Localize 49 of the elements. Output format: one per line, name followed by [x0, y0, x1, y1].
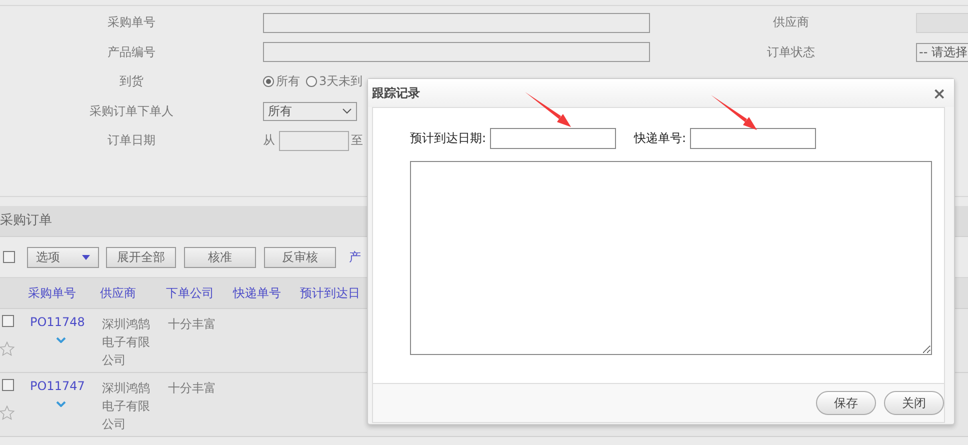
to-label: 至: [351, 132, 363, 150]
select-field[interactable]: -- 请选择: [916, 42, 968, 62]
dialog-button[interactable]: 保存: [816, 391, 876, 415]
close-button[interactable]: ×: [928, 84, 950, 102]
chevron-icon[interactable]: [56, 401, 66, 407]
filter-label: 采购订单下单人: [88, 102, 174, 120]
options-dropdown[interactable]: 选项: [27, 246, 99, 268]
column-header[interactable]: 供应商: [100, 284, 166, 302]
radio-option[interactable]: 所有: [263, 73, 300, 90]
date-field[interactable]: [279, 130, 349, 151]
table-cell-text: 十分丰富: [168, 380, 217, 397]
select-field[interactable]: 所有: [263, 102, 357, 121]
toolbar-button[interactable]: 反审核: [264, 246, 336, 268]
text-field[interactable]: [263, 12, 650, 33]
toolbar-button[interactable]: 展开全部: [106, 246, 176, 268]
filter-label: 供应商: [772, 14, 810, 32]
caret-icon: [82, 254, 90, 260]
from-label: 从: [263, 132, 275, 150]
filter-label: 产品编号: [106, 44, 156, 61]
table-cell-text: 深圳鸿鹄电子有限公司: [102, 380, 151, 433]
order-link[interactable]: PO11748: [30, 315, 85, 329]
field-label: 快递单号:: [634, 130, 686, 147]
row-checkbox[interactable]: [2, 315, 14, 327]
star-icon[interactable]: [0, 405, 15, 421]
radio-option[interactable]: 3天未到: [306, 73, 363, 90]
table-cell-text: 深圳鸿鹄电子有限公司: [102, 316, 151, 369]
filter-label: 到货: [118, 73, 144, 90]
filter-label: 采购单号: [106, 14, 156, 32]
input-field[interactable]: [490, 128, 616, 149]
toolbar-button[interactable]: 核准: [184, 246, 256, 268]
filter-label: 订单日期: [106, 132, 156, 150]
column-header[interactable]: 快递单号: [233, 284, 300, 302]
row-checkbox[interactable]: [2, 379, 14, 391]
chevron-icon[interactable]: [56, 337, 66, 343]
text-field[interactable]: [263, 42, 650, 62]
table-cell-text: 十分丰富: [168, 316, 217, 333]
chevron-icon: [342, 108, 352, 114]
star-icon[interactable]: [0, 341, 15, 357]
input-field[interactable]: [690, 128, 816, 149]
checkbox[interactable]: [3, 251, 15, 263]
dialog-title: 跟踪记录: [372, 84, 420, 102]
field-label: 预计到达日期:: [410, 130, 486, 147]
column-header[interactable]: 下单公司: [166, 284, 233, 302]
filter-label: 订单状态: [766, 44, 816, 61]
column-header[interactable]: 采购单号: [28, 284, 100, 302]
toolbar-link[interactable]: 产: [349, 248, 361, 266]
order-link[interactable]: PO11747: [30, 379, 85, 393]
supplier-field[interactable]: [916, 12, 968, 33]
dialog-button[interactable]: 关闭: [884, 391, 944, 415]
